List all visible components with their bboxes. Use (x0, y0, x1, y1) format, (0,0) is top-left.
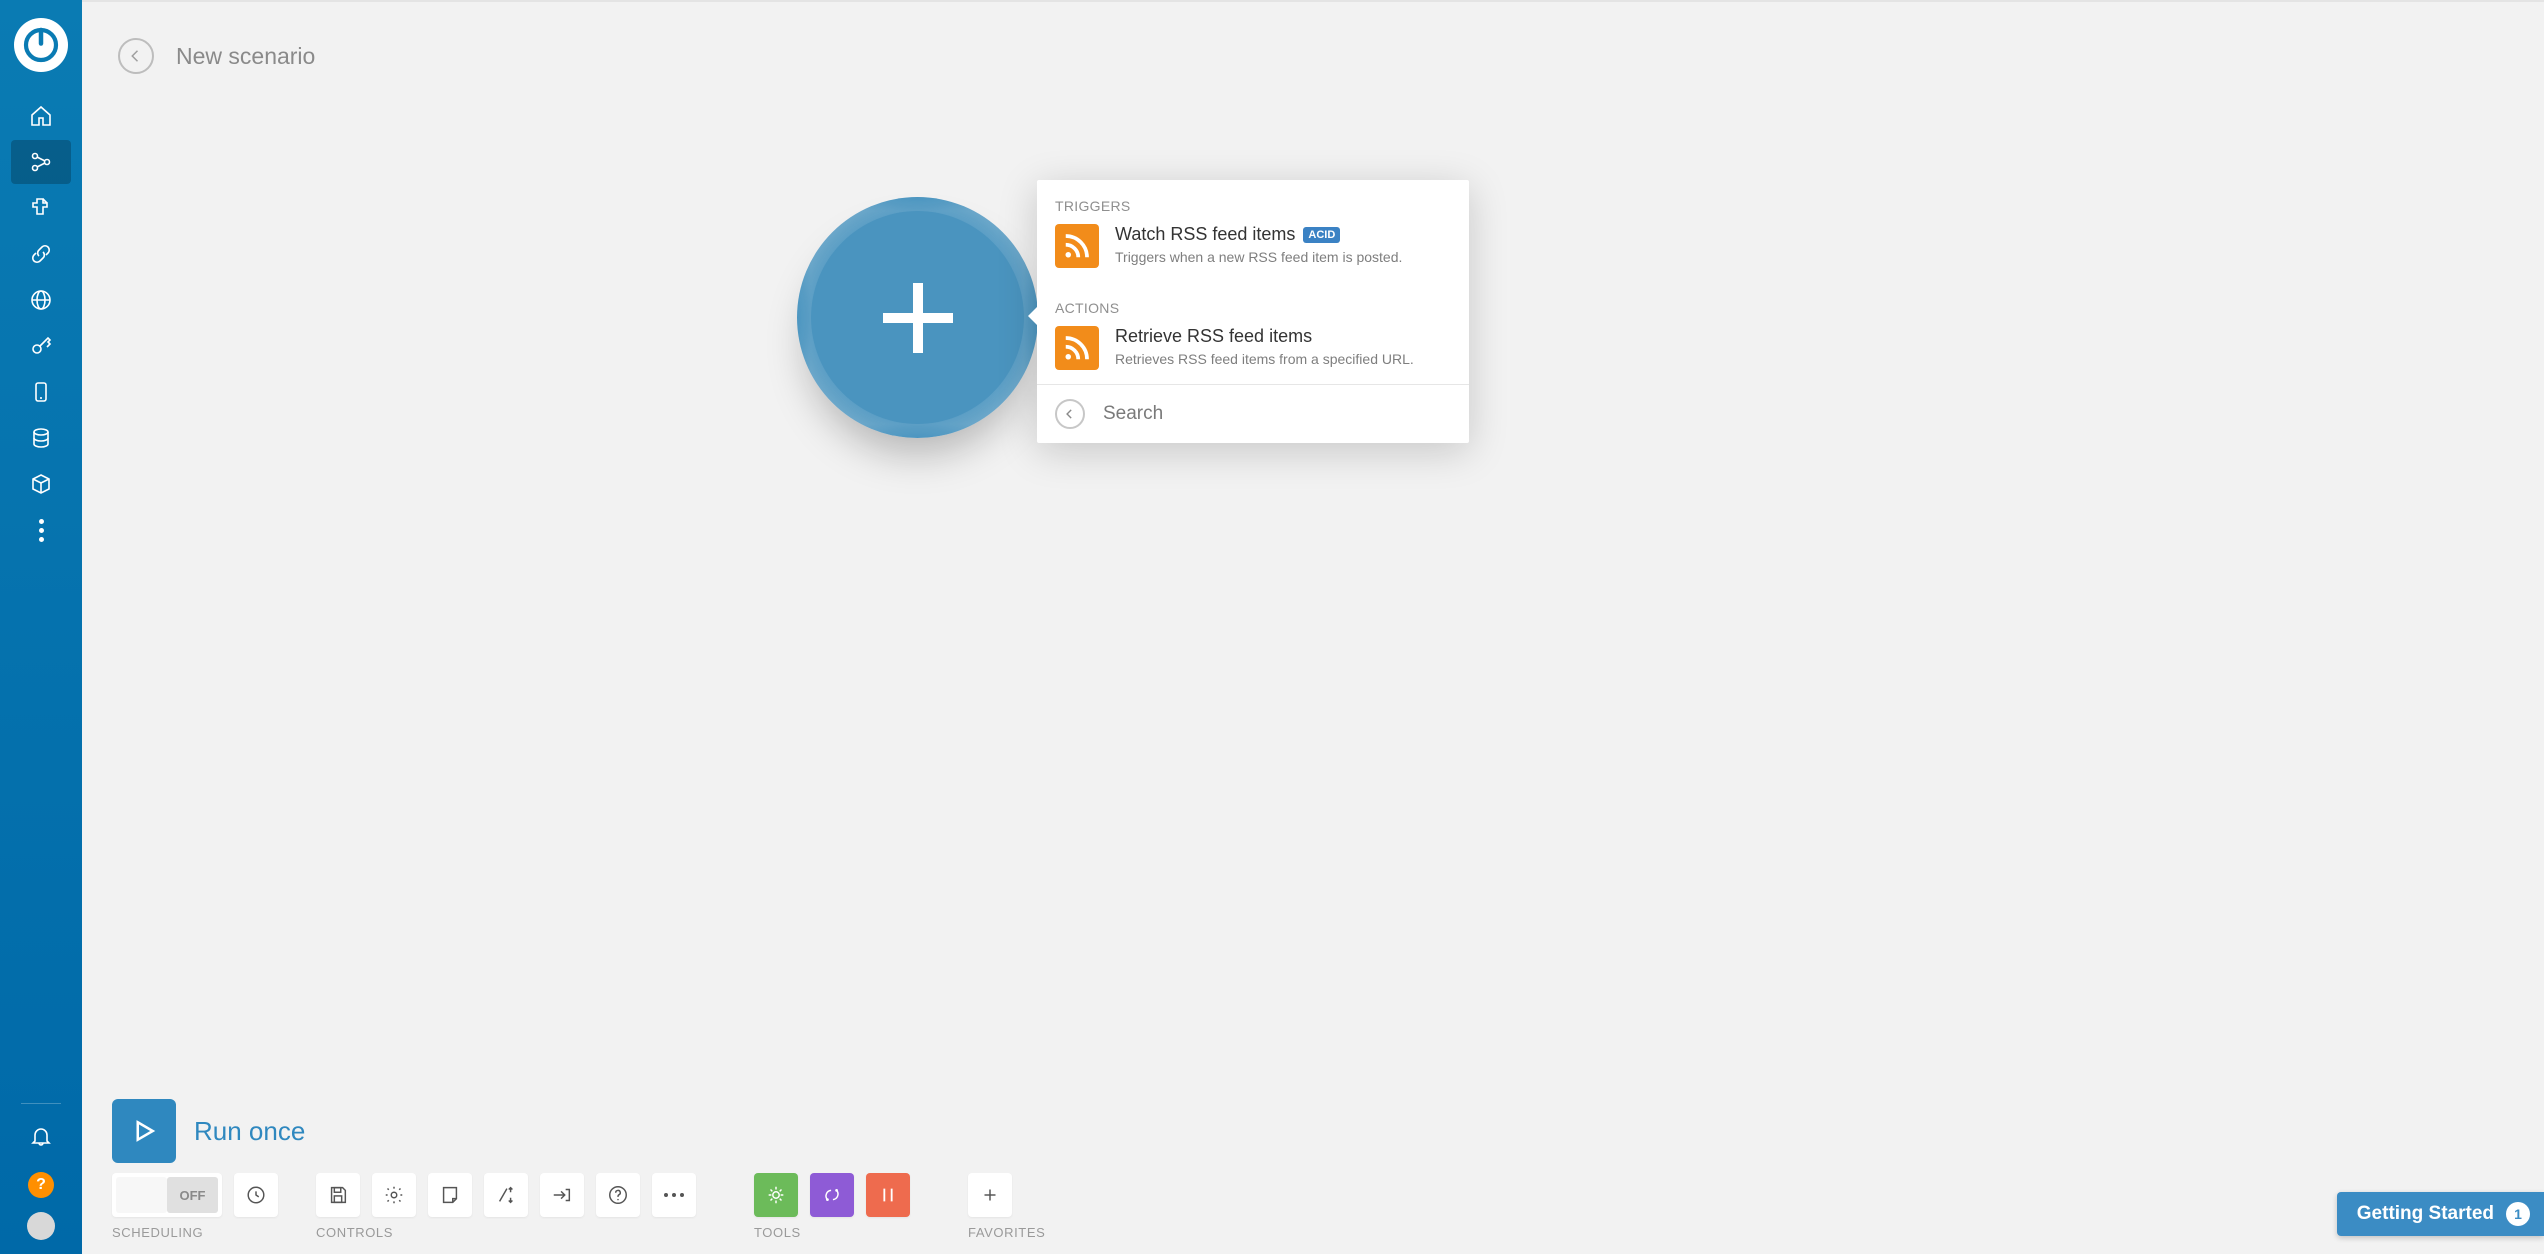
run-once-label: Run once (194, 1116, 305, 1147)
run-once-button[interactable] (112, 1099, 176, 1163)
rss-icon (1055, 224, 1099, 268)
action-item-retrieve-rss[interactable]: Retrieve RSS feed items Retrieves RSS fe… (1037, 324, 1469, 384)
bottom-toolbar: Run once OFF SCHEDULING (112, 1099, 2514, 1240)
app-logo[interactable] (14, 18, 68, 72)
trigger-item-watch-rss[interactable]: Watch RSS feed items ACID Triggers when … (1037, 222, 1469, 282)
sidebar-item-connections[interactable] (11, 232, 71, 276)
dots-vertical-icon (39, 519, 44, 542)
save-button[interactable] (316, 1173, 360, 1217)
add-favorite-button[interactable] (968, 1173, 1012, 1217)
sidebar-item-templates[interactable] (11, 186, 71, 230)
module-search-row (1037, 384, 1469, 443)
module-search-input[interactable] (1103, 403, 1451, 425)
help-button[interactable]: ? (28, 1172, 54, 1198)
acid-badge: ACID (1303, 227, 1340, 243)
action-desc: Retrieves RSS feed items from a specifie… (1115, 351, 1414, 367)
tools-group-label: TOOLS (754, 1225, 910, 1240)
sidebar-item-home[interactable] (11, 94, 71, 138)
settings-button[interactable] (372, 1173, 416, 1217)
schedule-settings-button[interactable] (234, 1173, 278, 1217)
scenario-title[interactable]: New scenario (176, 43, 315, 70)
back-button[interactable] (118, 38, 154, 74)
sidebar-item-scenarios[interactable] (11, 140, 71, 184)
getting-started-count: 1 (2506, 1202, 2530, 1226)
toggle-state-label: OFF (180, 1188, 206, 1203)
favorites-group-label: FAVORITES (968, 1225, 1045, 1240)
search-back-button[interactable] (1055, 399, 1085, 429)
header: New scenario (82, 2, 2544, 74)
more-controls-button[interactable] (652, 1173, 696, 1217)
user-avatar[interactable] (27, 1212, 55, 1240)
sidebar-item-datastores[interactable] (11, 416, 71, 460)
dots-horizontal-icon (664, 1193, 684, 1197)
add-module-node[interactable] (797, 197, 1038, 438)
tools-flow-button[interactable] (810, 1173, 854, 1217)
sidebar-item-webhooks[interactable] (11, 278, 71, 322)
auto-align-button[interactable] (484, 1173, 528, 1217)
sidebar-item-devices[interactable] (11, 370, 71, 414)
scheduling-group-label: SCHEDULING (112, 1225, 278, 1240)
controls-group-label: CONTROLS (316, 1225, 696, 1240)
scheduling-toggle[interactable]: OFF (112, 1173, 222, 1217)
trigger-desc: Triggers when a new RSS feed item is pos… (1115, 249, 1402, 265)
sidebar: ? (0, 0, 82, 1254)
sidebar-item-udts[interactable] (11, 462, 71, 506)
trigger-title: Watch RSS feed items (1115, 224, 1295, 245)
actions-section-label: ACTIONS (1037, 282, 1469, 324)
rss-icon (1055, 326, 1099, 370)
help-controls-button[interactable] (596, 1173, 640, 1217)
sidebar-item-more[interactable] (11, 508, 71, 552)
tools-basic-button[interactable] (754, 1173, 798, 1217)
module-picker-popover: TRIGGERS Watch RSS feed items ACID Trigg… (1037, 180, 1469, 443)
action-title: Retrieve RSS feed items (1115, 326, 1414, 347)
sidebar-item-notifications[interactable] (11, 1114, 71, 1158)
getting-started-button[interactable]: Getting Started 1 (2337, 1192, 2544, 1236)
notes-button[interactable] (428, 1173, 472, 1217)
triggers-section-label: TRIGGERS (1037, 180, 1469, 222)
tools-text-button[interactable] (866, 1173, 910, 1217)
getting-started-label: Getting Started (2357, 1203, 2494, 1225)
sidebar-item-keys[interactable] (11, 324, 71, 368)
explain-flow-button[interactable] (540, 1173, 584, 1217)
main-canvas: New scenario TRIGGERS Watch RSS feed ite… (82, 0, 2544, 1254)
